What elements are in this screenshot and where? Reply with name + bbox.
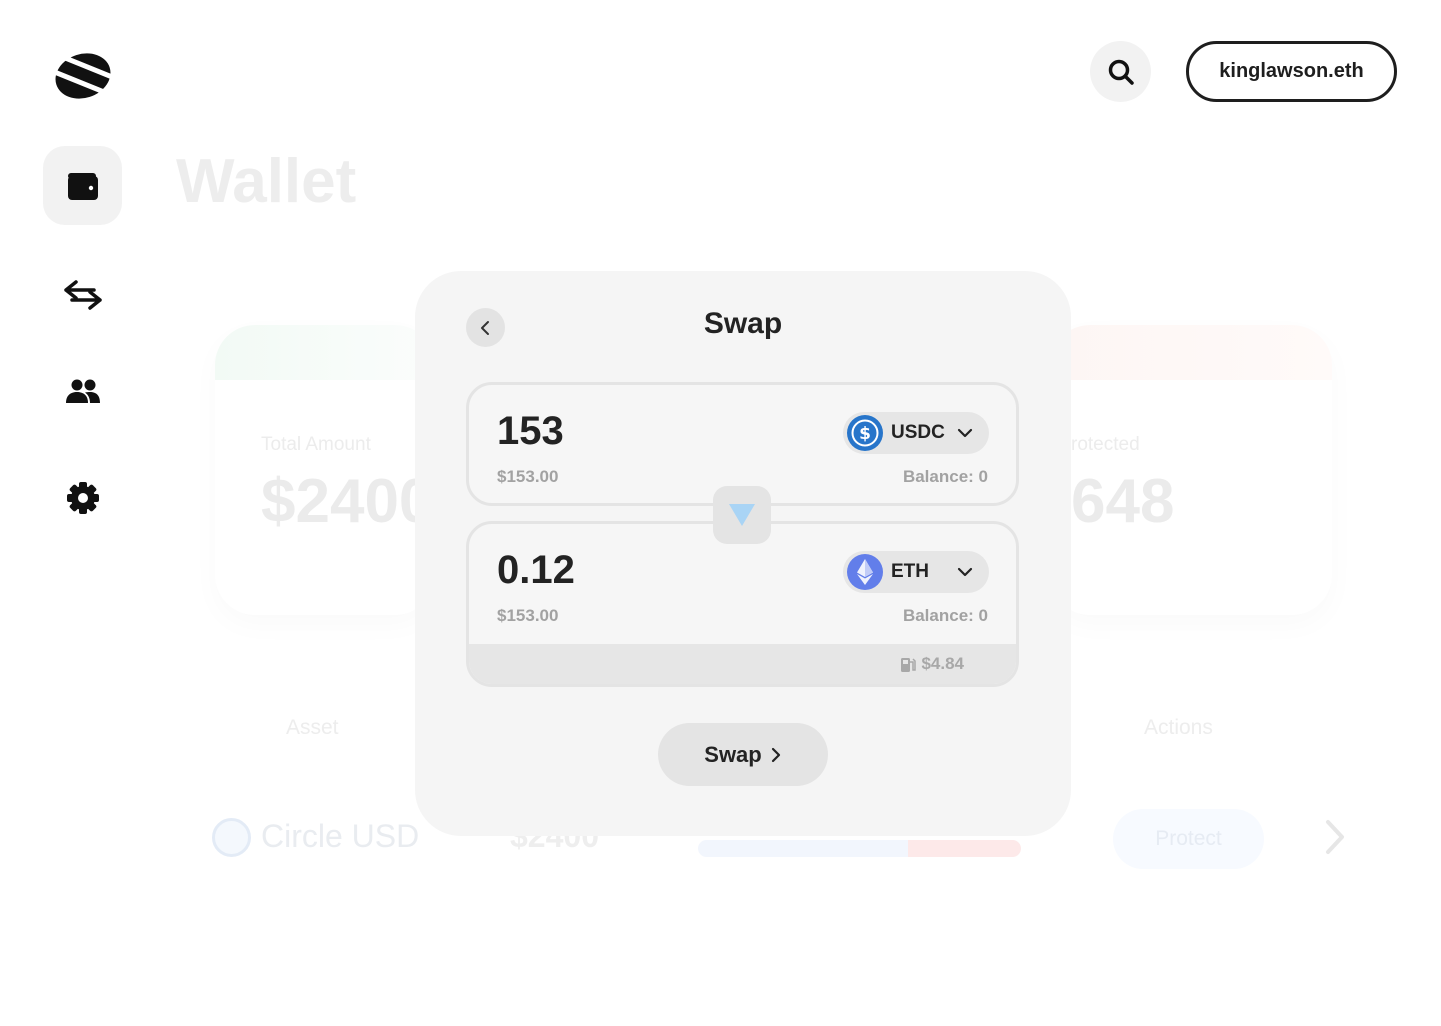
app-logo[interactable] xyxy=(48,48,119,104)
from-token-select[interactable]: $ USDC xyxy=(843,412,989,454)
swap-to-panel: 0.12 $153.00 Balance: 0 ETH $4.84 xyxy=(466,521,1019,687)
chevron-right-icon[interactable] xyxy=(1322,818,1348,856)
from-usd-value: $153.00 xyxy=(497,467,559,486)
card-header-strip xyxy=(215,325,435,380)
wallet-icon xyxy=(67,172,98,200)
protected-label: rotected xyxy=(1071,434,1140,455)
to-token-select[interactable]: ETH xyxy=(843,551,989,593)
from-amount-input[interactable]: 153 xyxy=(497,409,564,454)
search-button[interactable] xyxy=(1090,41,1151,102)
swap-button[interactable]: Swap xyxy=(658,723,828,786)
page-title: Wallet xyxy=(176,147,357,216)
sidebar-item-settings[interactable] xyxy=(43,458,122,537)
from-token-symbol: USDC xyxy=(891,422,945,443)
eth-icon xyxy=(847,554,883,590)
asset-name: Circle USD xyxy=(261,818,420,854)
gear-icon xyxy=(66,481,99,514)
triangle-down-icon xyxy=(729,504,755,526)
gas-pump-icon xyxy=(901,657,917,672)
account-button[interactable]: kinglawson.eth xyxy=(1186,41,1397,102)
sidebar-item-wallet[interactable] xyxy=(43,146,122,225)
to-token-symbol: ETH xyxy=(891,561,929,582)
chevron-down-icon xyxy=(957,567,973,577)
total-amount-value: $2400 xyxy=(261,467,434,536)
protection-bar xyxy=(698,840,1021,857)
swap-arrows-icon xyxy=(63,279,102,310)
usdc-icon: $ xyxy=(847,415,883,451)
swap-modal: Swap 153 $153.00 Balance: 0 $ USDC 0.12 … xyxy=(415,271,1071,836)
gas-fee-row: $4.84 xyxy=(469,644,1016,684)
protect-button[interactable]: Protect xyxy=(1113,809,1264,869)
to-usd-value: $153.00 xyxy=(497,606,559,625)
app-root: kinglawson.eth Wallet Total Amount $2400… xyxy=(0,0,1441,1026)
protected-value: 648 xyxy=(1071,467,1175,536)
to-amount-output: 0.12 xyxy=(497,548,575,592)
swap-button-label: Swap xyxy=(704,741,762,767)
search-icon xyxy=(1108,59,1134,85)
people-icon xyxy=(65,379,100,403)
column-header-actions: Actions xyxy=(1144,716,1213,739)
logo-icon xyxy=(48,52,119,99)
svg-text:$: $ xyxy=(859,424,871,444)
chevron-down-icon xyxy=(957,428,973,438)
flip-tokens-button[interactable] xyxy=(713,486,771,544)
column-header-asset: Asset xyxy=(286,716,339,739)
sidebar-item-contacts[interactable] xyxy=(43,351,122,430)
sidebar-item-swap[interactable] xyxy=(43,255,122,334)
modal-title: Swap xyxy=(703,307,783,340)
to-balance: Balance: 0 xyxy=(902,606,988,625)
chevron-right-icon xyxy=(771,747,780,762)
usdc-coin-icon xyxy=(212,818,251,857)
total-amount-label: Total Amount xyxy=(261,434,371,455)
gas-fee-value: $4.84 xyxy=(921,654,964,673)
card-header-strip xyxy=(1050,325,1332,380)
from-balance: Balance: 0 xyxy=(902,467,988,486)
